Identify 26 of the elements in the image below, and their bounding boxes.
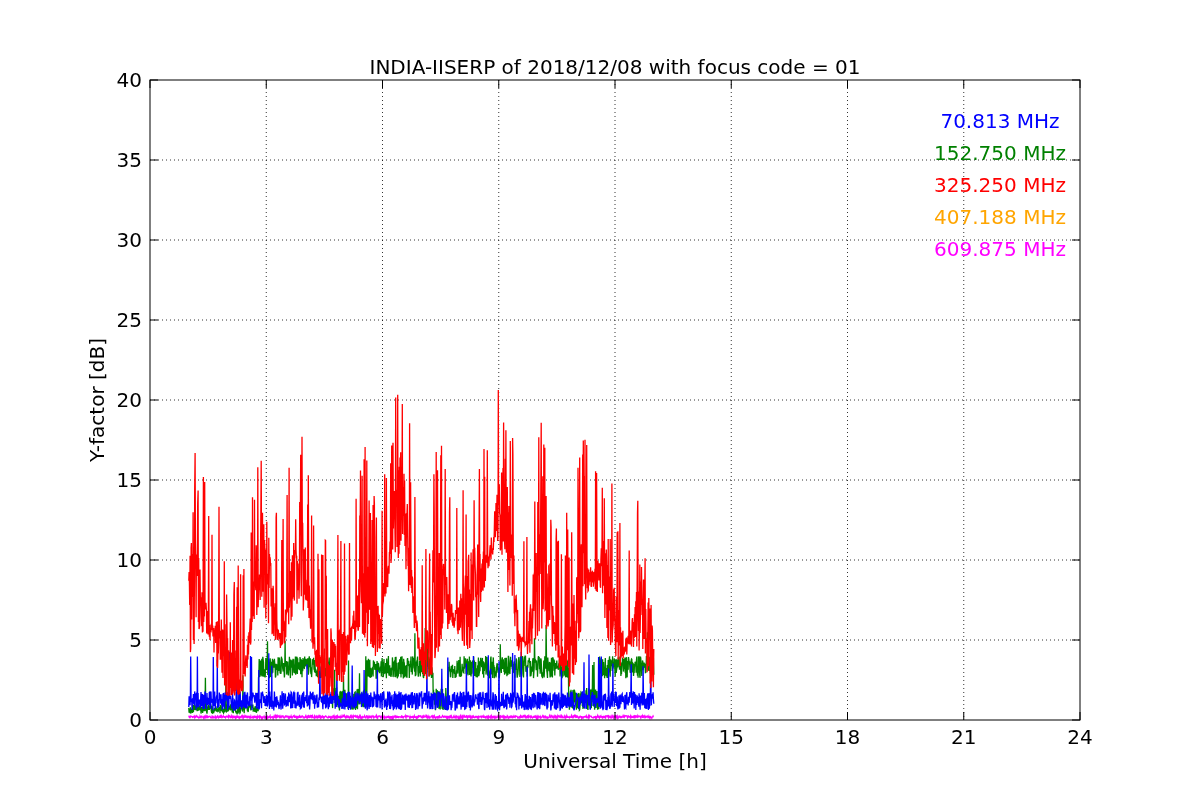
legend-label: 325.250 MHz xyxy=(934,173,1066,197)
tick-label: 9 xyxy=(492,725,506,749)
tick-label: 15 xyxy=(718,725,744,749)
tick-label: 35 xyxy=(116,148,142,172)
tick-label: 0 xyxy=(143,725,157,749)
legend-label: 609.875 MHz xyxy=(934,237,1066,261)
tick-label: 5 xyxy=(129,628,142,652)
legend-label: 407.188 MHz xyxy=(934,205,1066,229)
tick-label: 24 xyxy=(1067,725,1093,749)
legend-label: 70.813 MHz xyxy=(940,109,1060,133)
axis-label: Universal Time [h] xyxy=(523,749,707,773)
tick-label: 30 xyxy=(116,228,142,252)
tick-label: 21 xyxy=(951,725,977,749)
plot-title: INDIA-IISERP of 2018/12/08 with focus code = 01 xyxy=(369,55,861,79)
tick-label: 0 xyxy=(129,708,142,732)
tick-label: 12 xyxy=(602,725,628,749)
tick-label: 3 xyxy=(259,725,273,749)
tick-label: 10 xyxy=(116,548,142,572)
tick-label: 40 xyxy=(116,68,142,92)
tick-label: 18 xyxy=(834,725,861,749)
legend-label: 152.750 MHz xyxy=(934,141,1066,165)
tick-label: 25 xyxy=(116,308,142,332)
tick-label: 15 xyxy=(116,468,142,492)
tick-label: 6 xyxy=(376,725,389,749)
tick-label: 20 xyxy=(116,388,142,412)
axis-label: Y-factor [dB] xyxy=(85,338,109,462)
